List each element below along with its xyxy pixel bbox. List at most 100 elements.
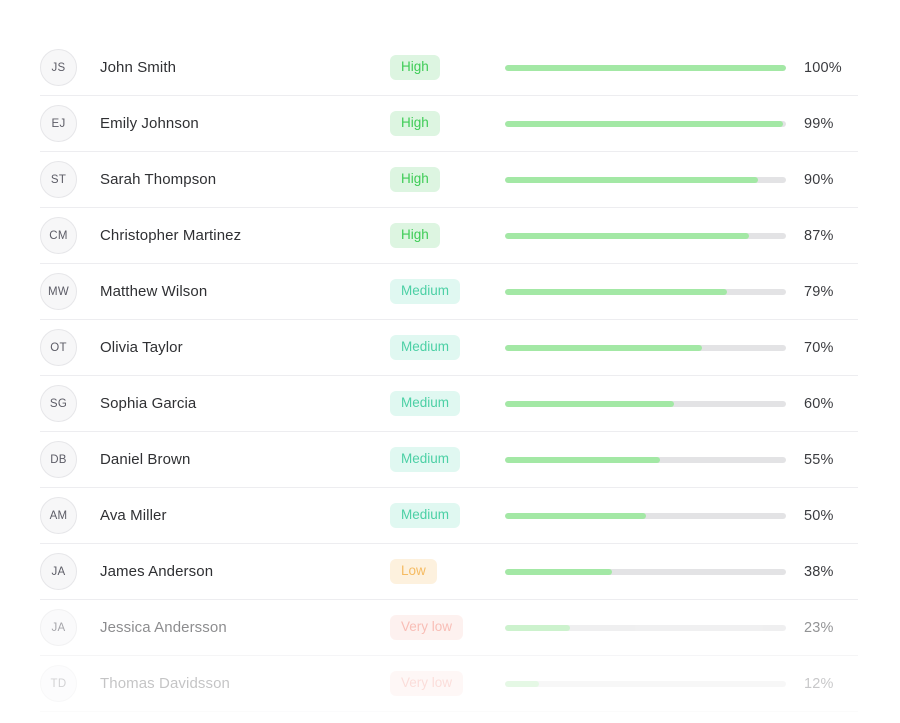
progress-cell: 100% [505, 60, 858, 76]
table-row[interactable]: DB Daniel Brown Medium 55% [40, 432, 858, 488]
progress-bar-track [505, 624, 786, 631]
progress-percent-label: 79% [804, 283, 834, 300]
avatar-cell: SG [40, 385, 100, 422]
avatar: EJ [40, 105, 77, 142]
progress-percent-label: 87% [804, 227, 834, 244]
rating-cell: Medium [390, 335, 505, 360]
table-row[interactable]: JS John Smith High 100% [40, 40, 858, 96]
rating-cell: Medium [390, 391, 505, 416]
rating-cell: Medium [390, 503, 505, 528]
rating-cell: Medium [390, 279, 505, 304]
progress-cell: 79% [505, 284, 858, 300]
progress-bar-track [505, 568, 786, 575]
table-row[interactable]: CM Christopher Martinez High 87% [40, 208, 858, 264]
avatar: MW [40, 273, 77, 310]
avatar-initials: DB [50, 453, 67, 466]
status-badge: Low [390, 559, 437, 584]
table-row[interactable]: JA Jessica Andersson Very low 23% [40, 600, 858, 656]
progress-cell: 12% [505, 676, 858, 692]
page-root: JS John Smith High 100% EJ Emily Johnson High 9… [0, 0, 900, 723]
progress-percent-label: 60% [804, 395, 834, 412]
avatar-cell: DB [40, 441, 100, 478]
avatar-initials: JS [51, 61, 66, 74]
avatar-cell: MW [40, 273, 100, 310]
avatar-cell: AM [40, 497, 100, 534]
rating-cell: High [390, 167, 505, 192]
progress-cell: 55% [505, 452, 858, 468]
person-name: James Anderson [100, 563, 214, 580]
progress-cell: 99% [505, 116, 858, 132]
avatar: TD [40, 665, 77, 702]
person-name: Sarah Thompson [100, 171, 217, 188]
status-badge: Medium [390, 503, 461, 528]
table-row[interactable]: JA James Anderson Low 38% [40, 544, 858, 600]
table-row[interactable]: OT Olivia Taylor Medium 70% [40, 320, 858, 376]
progress-bar-track [505, 176, 786, 183]
person-name: Sophia Garcia [100, 395, 197, 412]
progress-cell: 60% [505, 396, 858, 412]
person-name: Thomas Davidsson [100, 675, 230, 692]
progress-percent-label: 70% [804, 339, 834, 356]
progress-cell: 38% [505, 564, 858, 580]
status-badge: Medium [390, 279, 461, 304]
progress-bar-fill [505, 512, 646, 519]
progress-percent-label: 100% [804, 59, 842, 76]
avatar: AM [40, 497, 77, 534]
progress-bar-track [505, 400, 786, 407]
avatar-cell: TD [40, 665, 100, 702]
progress-bar-fill [505, 64, 786, 71]
progress-percent-label: 50% [804, 507, 834, 524]
progress-bar-fill [505, 344, 702, 351]
ranking-list: JS John Smith High 100% EJ Emily Johnson High 9… [40, 40, 858, 712]
avatar: JA [40, 553, 77, 590]
person-name: Olivia Taylor [100, 339, 183, 356]
status-badge: High [390, 167, 440, 192]
progress-percent-label: 99% [804, 115, 834, 132]
avatar: OT [40, 329, 77, 366]
progress-bar-fill [505, 456, 660, 463]
avatar-initials: ST [50, 173, 67, 186]
avatar-initials: MW [47, 285, 70, 298]
progress-bar-fill [505, 680, 539, 687]
person-name: Jessica Andersson [100, 619, 227, 636]
progress-cell: 23% [505, 620, 858, 636]
progress-percent-label: 23% [804, 619, 834, 636]
progress-bar-fill [505, 624, 570, 631]
avatar-initials: OT [50, 341, 67, 354]
avatar-cell: JA [40, 553, 100, 590]
progress-bar-track [505, 456, 786, 463]
progress-bar-fill [505, 176, 758, 183]
progress-bar-track [505, 344, 786, 351]
progress-bar-track [505, 64, 786, 71]
progress-percent-label: 90% [804, 171, 834, 188]
avatar: JA [40, 609, 77, 646]
status-badge: High [390, 111, 440, 136]
progress-cell: 90% [505, 172, 858, 188]
avatar-initials: JA [51, 621, 66, 634]
table-row[interactable]: ST Sarah Thompson High 90% [40, 152, 858, 208]
avatar-initials: TD [50, 677, 67, 690]
table-row[interactable]: TD Thomas Davidsson Very low 12% [40, 656, 858, 712]
status-badge: Medium [390, 391, 461, 416]
rating-cell: Very low [390, 671, 505, 696]
avatar-cell: ST [40, 161, 100, 198]
avatar-cell: EJ [40, 105, 100, 142]
progress-cell: 50% [505, 508, 858, 524]
avatar-initials: EJ [51, 117, 66, 130]
table-row[interactable]: SG Sophia Garcia Medium 60% [40, 376, 858, 432]
avatar: ST [40, 161, 77, 198]
avatar-cell: JS [40, 49, 100, 86]
table-row[interactable]: AM Ava Miller Medium 50% [40, 488, 858, 544]
person-name: Emily Johnson [100, 115, 199, 132]
avatar: JS [40, 49, 77, 86]
progress-bar-track [505, 120, 786, 127]
progress-cell: 70% [505, 340, 858, 356]
progress-bar-fill [505, 120, 784, 127]
avatar-cell: OT [40, 329, 100, 366]
person-name: John Smith [100, 59, 177, 76]
table-row[interactable]: EJ Emily Johnson High 99% [40, 96, 858, 152]
avatar-cell: CM [40, 217, 100, 254]
avatar: DB [40, 441, 77, 478]
avatar-cell: JA [40, 609, 100, 646]
table-row[interactable]: MW Matthew Wilson Medium 79% [40, 264, 858, 320]
